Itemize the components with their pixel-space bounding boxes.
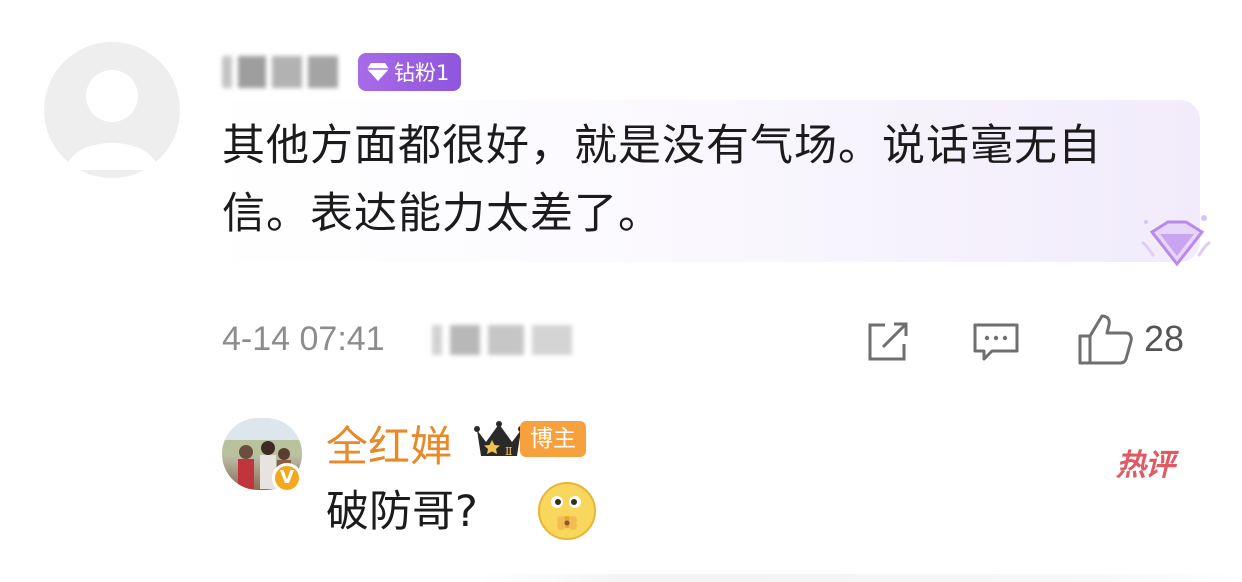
level-numeral: Ⅱ xyxy=(505,445,512,458)
reply-text: 破防哥? xyxy=(326,487,478,537)
username-blurred[interactable] xyxy=(222,52,344,92)
comment-icon[interactable] xyxy=(972,322,1020,362)
blogger-role-badge: 博主 xyxy=(520,421,586,457)
flower-emoji-icon xyxy=(538,482,596,540)
thumbs-up-icon[interactable] xyxy=(1076,312,1134,366)
crown-icon: Ⅱ xyxy=(474,421,524,458)
fan-level-badge[interactable]: 钻粉1 xyxy=(358,53,462,91)
diamond-icon xyxy=(367,63,389,81)
diamond-decoration-icon xyxy=(1141,215,1211,267)
next-comment-edge xyxy=(480,574,1240,582)
comment-timestamp: 4-14 07:41 xyxy=(222,320,385,358)
default-avatar-icon xyxy=(66,70,158,170)
comment-text: 其他方面都很好，就是没有气场。说话毫无自信。表达能力太差了。 xyxy=(222,121,1102,239)
fan-badge-label: 钻粉1 xyxy=(394,61,450,85)
verified-badge-icon: V xyxy=(272,463,302,493)
like-count: 28 xyxy=(1144,318,1185,359)
share-icon[interactable] xyxy=(865,320,911,364)
location-blurred xyxy=(432,320,582,360)
blogger-username[interactable]: 全红婵 xyxy=(326,413,452,474)
hot-comment-badge: 热评 xyxy=(1116,448,1175,483)
user-avatar[interactable] xyxy=(44,42,180,178)
